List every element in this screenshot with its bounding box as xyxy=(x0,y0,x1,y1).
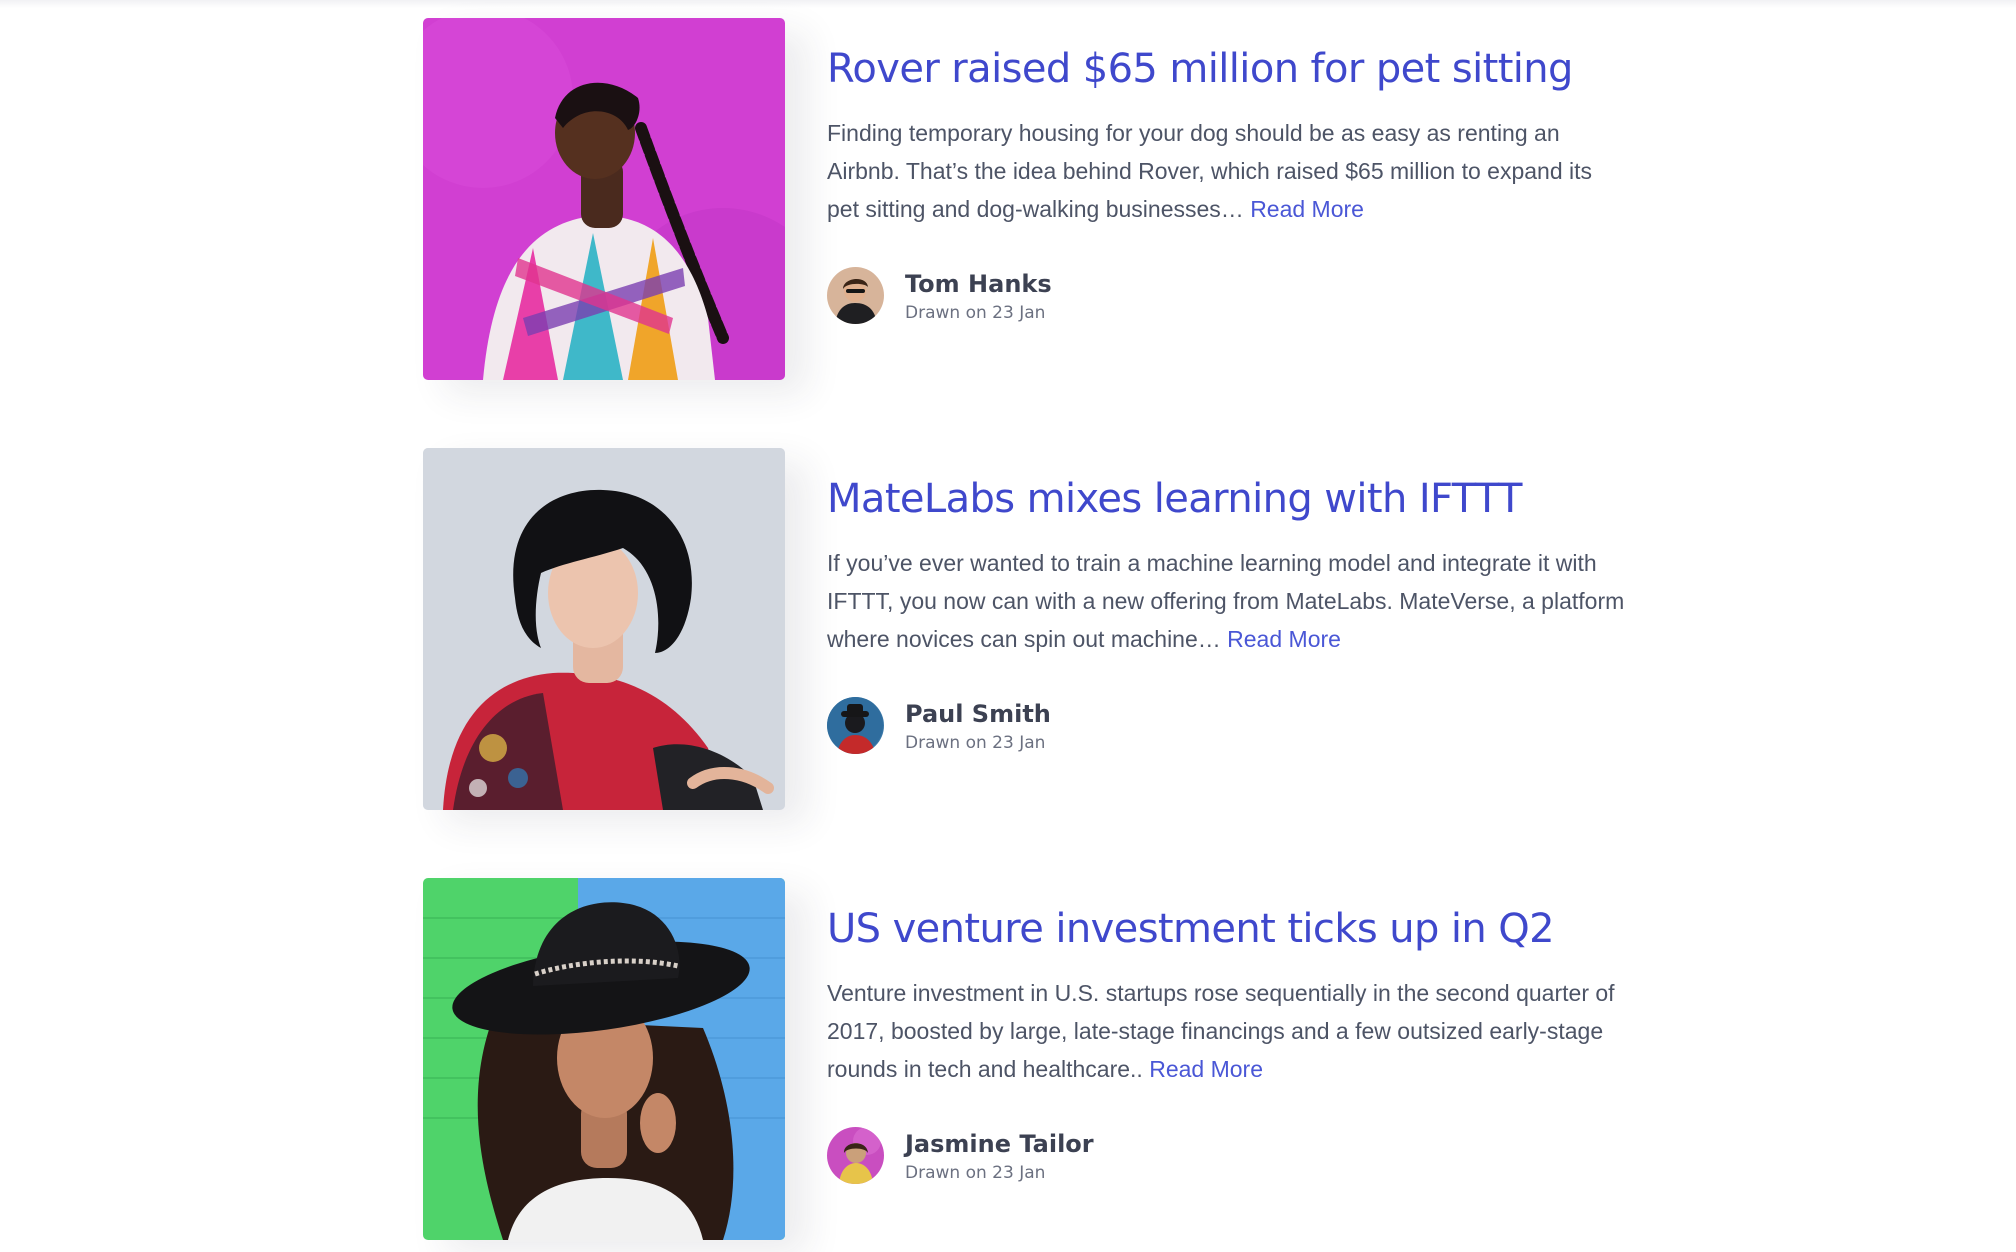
author-info: Jasmine Tailor Drawn on 23 Jan xyxy=(827,1127,1427,1187)
post-title-link[interactable]: US venture investment ticks up in Q2 xyxy=(827,902,1627,956)
post-title-link[interactable]: MateLabs mixes learning with IFTTT xyxy=(827,472,1627,526)
post-thumbnail-image[interactable] xyxy=(423,448,785,810)
author-avatar[interactable] xyxy=(827,697,884,754)
read-more-link[interactable]: Read More xyxy=(1149,1056,1263,1082)
post-title-link[interactable]: Rover raised $65 million for pet sitting xyxy=(827,42,1627,96)
post-excerpt: Finding temporary housing for your dog s… xyxy=(827,114,1627,228)
author-name[interactable]: Paul Smith xyxy=(905,699,1051,729)
read-more-link[interactable]: Read More xyxy=(1227,626,1341,652)
post-date: Drawn on 23 Jan xyxy=(905,733,1046,753)
post-excerpt: Venture investment in U.S. startups rose… xyxy=(827,974,1627,1088)
post-date: Drawn on 23 Jan xyxy=(905,303,1046,323)
post-date: Drawn on 23 Jan xyxy=(905,1163,1046,1183)
author-name[interactable]: Jasmine Tailor xyxy=(905,1129,1094,1159)
author-avatar[interactable] xyxy=(827,267,884,324)
post-excerpt: If you’ve ever wanted to train a machine… xyxy=(827,544,1627,658)
author-info: Tom Hanks Drawn on 23 Jan xyxy=(827,267,1427,327)
top-shadow xyxy=(0,0,2016,8)
blog-post-card: MateLabs mixes learning with IFTTT If yo… xyxy=(423,448,1703,810)
read-more-link[interactable]: Read More xyxy=(1250,196,1364,222)
author-name[interactable]: Tom Hanks xyxy=(905,269,1052,299)
post-excerpt-text: Finding temporary housing for your dog s… xyxy=(827,120,1592,222)
post-excerpt-text: If you’ve ever wanted to train a machine… xyxy=(827,550,1625,652)
author-avatar[interactable] xyxy=(827,1127,884,1184)
blog-post-card: US venture investment ticks up in Q2 Ven… xyxy=(423,878,1703,1240)
post-thumbnail-image[interactable] xyxy=(423,878,785,1240)
author-info: Paul Smith Drawn on 23 Jan xyxy=(827,697,1427,757)
blog-post-card: Rover raised $65 million for pet sitting… xyxy=(423,18,1703,380)
post-thumbnail-image[interactable] xyxy=(423,18,785,380)
